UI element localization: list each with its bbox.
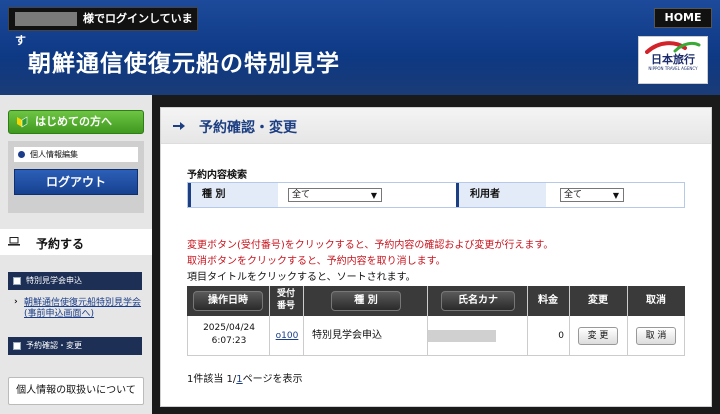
result-count-suffix: ページを表示	[242, 374, 303, 385]
notice-change-instructions: 変更ボタン(受付番号)をクリックすると、予約内容の確認および変更が行えます。	[187, 240, 554, 251]
square-bullet-icon	[13, 277, 21, 285]
login-status-bar: 様でログインしています	[8, 7, 198, 47]
cell-date: 2025/04/24 6:07:23	[188, 316, 270, 356]
chevron-down-icon: ▼	[612, 191, 619, 200]
kind-filter-select[interactable]: 全て ▼	[288, 188, 382, 202]
col-header-change: 変更	[588, 295, 608, 306]
kind-filter-value: 全て	[292, 190, 311, 200]
site-title: 朝鮮通信使復元船の特別見学	[28, 51, 340, 77]
site-header: 様でログインしています HOME 朝鮮通信使復元船の特別見学 日本旅行 NIPP…	[0, 0, 720, 95]
column-divider	[527, 286, 528, 356]
search-section-title: 予約内容検索	[187, 170, 247, 181]
reserve-section-header: 予約する	[0, 229, 152, 255]
notice-sort-instructions: 項目タイトルをクリックすると、ソートされます。	[187, 272, 416, 283]
cell-kind: 特別見学会申込	[312, 330, 382, 341]
sidebar-item-special-tour[interactable]: 特別見学会申込	[8, 272, 142, 290]
col-header-number-line2: 番号	[276, 301, 295, 311]
col-header-number-line1: 受付	[276, 289, 295, 299]
sidebar-item-label: 特別見学会申込	[26, 276, 82, 285]
user-filter-label: 利用者	[456, 183, 546, 207]
result-count-prefix: 1件該当 1/	[187, 374, 237, 385]
sidebar: はじめての方へ 個人情報編集 ログアウト 予約する 特別見学会申込 朝鮮通信使復…	[0, 95, 152, 414]
logout-button[interactable]: ログアウト	[14, 169, 138, 195]
user-filter-cell: 全て ▼	[546, 183, 684, 207]
table-header-row: 操作日時 受付 番号 種 別 氏名カナ 料金 変更 取消	[187, 286, 685, 316]
cell-name	[428, 316, 528, 356]
masked-username	[15, 12, 77, 26]
login-box: 個人情報編集 ログアウト	[8, 141, 144, 213]
col-header-number: 受付 番号	[269, 286, 303, 316]
sort-date-button[interactable]: 操作日時	[193, 291, 263, 311]
column-divider	[569, 286, 570, 356]
sidebar-item-label: 予約確認・変更	[26, 341, 82, 350]
main-panel: 予約確認・変更 予約内容検索 種 別 全て ▼ 利用者 全て ▼ 変更ボタン(受…	[160, 107, 712, 407]
cell-date-day: 2025/04/24	[203, 323, 255, 333]
bullet-icon	[18, 151, 25, 158]
nta-swoosh-icon	[645, 41, 701, 54]
profile-edit-label: 個人情報編集	[30, 150, 78, 159]
col-header-name: 氏名カナ	[427, 286, 527, 316]
change-button[interactable]: 変 更	[578, 327, 618, 345]
user-filter-select[interactable]: 全て ▼	[560, 188, 624, 202]
kind-filter-label: 種 別	[188, 183, 278, 207]
nta-logo[interactable]: 日本旅行 NIPPON TRAVEL AGENCY	[638, 36, 708, 84]
search-form: 種 別 全て ▼ 利用者 全て ▼	[187, 182, 685, 208]
logo-subtitle: NIPPON TRAVEL AGENCY	[648, 66, 698, 71]
intro-button[interactable]: はじめての方へ	[8, 110, 144, 134]
page-title: 予約確認・変更	[199, 120, 297, 136]
col-header-date: 操作日時	[187, 286, 269, 316]
arrow-right-icon	[173, 122, 185, 130]
square-bullet-icon	[13, 342, 21, 350]
column-divider	[427, 286, 428, 356]
cell-date-time: 6:07:23	[211, 336, 247, 346]
notice-cancel-instructions: 取消ボタンをクリックすると、予約内容を取り消します。	[187, 256, 446, 267]
logo-name: 日本旅行	[651, 53, 695, 66]
column-divider	[303, 286, 304, 356]
cancel-button[interactable]: 取 消	[636, 327, 676, 345]
table-row: 2025/04/24 6:07:23 o100 特別見学会申込 0 変 更 取 …	[187, 316, 685, 356]
result-count: 1件該当 1/1ページを表示	[187, 370, 302, 385]
sort-kind-button[interactable]: 種 別	[331, 291, 401, 311]
masked-name	[428, 330, 496, 342]
sidebar-item-reservation-confirm[interactable]: 予約確認・変更	[8, 337, 142, 355]
chevron-down-icon: ▼	[370, 191, 377, 200]
laptop-icon	[8, 237, 20, 246]
home-button[interactable]: HOME	[654, 8, 712, 28]
column-divider	[627, 286, 628, 356]
privacy-policy-button[interactable]: 個人情報の取扱いについて	[8, 377, 144, 405]
special-tour-apply-link[interactable]: 朝鮮通信使復元船特別見学会(事前申込画面へ)	[14, 297, 144, 320]
intro-button-label: はじめての方へ	[35, 115, 112, 128]
profile-edit-link[interactable]: 個人情報編集	[14, 147, 138, 162]
reserve-section-label: 予約する	[36, 237, 85, 251]
column-divider	[269, 286, 270, 356]
col-header-kind: 種 別	[303, 286, 427, 316]
reservation-number-link[interactable]: o100	[270, 316, 304, 356]
cell-fee: 0	[558, 331, 564, 341]
sort-name-button[interactable]: 氏名カナ	[441, 291, 515, 311]
col-header-fee: 料金	[538, 295, 558, 306]
page-header: 予約確認・変更	[161, 108, 711, 144]
user-filter-value: 全て	[564, 190, 583, 200]
beginner-mark-icon	[17, 116, 28, 128]
kind-filter-cell: 全て ▼	[278, 183, 456, 207]
col-header-cancel: 取消	[646, 295, 666, 306]
